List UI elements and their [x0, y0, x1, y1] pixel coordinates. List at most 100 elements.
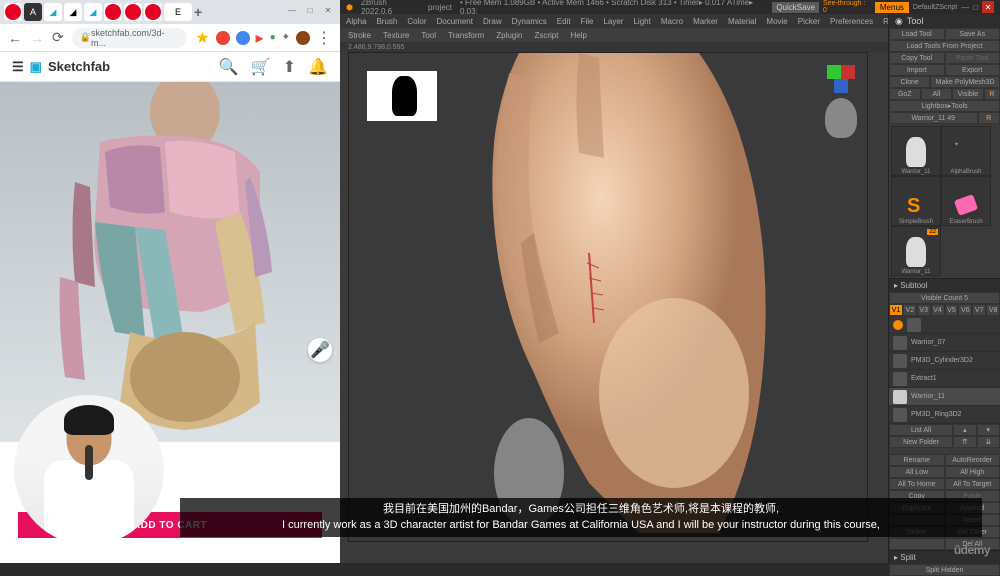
- submenu-help[interactable]: Help: [570, 31, 586, 40]
- menu-color[interactable]: Color: [407, 17, 426, 26]
- menu-picker[interactable]: Picker: [798, 17, 820, 26]
- subtool-item[interactable]: PM3D_Cylinder3D2: [889, 352, 1000, 370]
- subtool-item[interactable]: Extract1: [889, 370, 1000, 388]
- paste-tool-button[interactable]: Paste Tool: [945, 52, 1000, 64]
- menu-icon[interactable]: ⋮: [316, 28, 332, 48]
- list-all-button[interactable]: List All: [889, 424, 953, 436]
- ext-icon[interactable]: ✦: [282, 32, 290, 43]
- tab-item[interactable]: ◢: [84, 3, 102, 21]
- vis-tab[interactable]: V2: [903, 304, 917, 316]
- menu-brush[interactable]: Brush: [376, 17, 397, 26]
- menu-marker[interactable]: Marker: [693, 17, 718, 26]
- hamburger-icon[interactable]: ☰: [12, 59, 24, 75]
- r-button[interactable]: R: [984, 88, 1000, 100]
- all-low-button[interactable]: All Low: [889, 466, 945, 478]
- tab-item[interactable]: A: [24, 3, 42, 21]
- move-up[interactable]: ⇈: [953, 436, 976, 448]
- default-script[interactable]: DefaultZScript: [913, 4, 957, 11]
- menu-light[interactable]: Light: [633, 17, 650, 26]
- minimize-icon[interactable]: —: [961, 3, 969, 12]
- search-icon[interactable]: 🔍: [219, 57, 239, 77]
- split-hidden-button[interactable]: Split Hidden: [889, 564, 1000, 576]
- arrow-up[interactable]: ▴: [953, 424, 976, 436]
- tool-alphabrush[interactable]: ✦AlphaBrush: [941, 126, 991, 176]
- avatar-icon[interactable]: [296, 31, 310, 45]
- tab-item[interactable]: [124, 3, 142, 21]
- tab-item[interactable]: [144, 3, 162, 21]
- upload-icon[interactable]: ⬆: [283, 57, 296, 77]
- tool-warrior-2[interactable]: Warrior_1122: [891, 226, 941, 276]
- forward-button[interactable]: →: [30, 30, 44, 46]
- visible-button[interactable]: Visible: [952, 88, 984, 100]
- menu-preferences[interactable]: Preferences: [830, 17, 873, 26]
- vis-tab[interactable]: V1: [889, 304, 903, 316]
- new-folder-button[interactable]: New Folder: [889, 436, 953, 448]
- r-button-2[interactable]: R: [978, 112, 1000, 124]
- submenu-zscript[interactable]: Zscript: [534, 31, 558, 40]
- all-to-target-button[interactable]: All To Target: [945, 478, 1000, 490]
- minimize-button[interactable]: —: [284, 4, 300, 16]
- menus-button[interactable]: Menus: [875, 2, 909, 13]
- back-button[interactable]: ←: [8, 30, 22, 46]
- view-head[interactable]: [825, 98, 857, 138]
- all-button[interactable]: All: [921, 88, 953, 100]
- bell-icon[interactable]: 🔔: [308, 57, 328, 77]
- vis-tab[interactable]: V7: [972, 304, 986, 316]
- menu-alpha[interactable]: Alpha: [346, 17, 366, 26]
- 3d-viewer[interactable]: 🎤: [0, 82, 340, 442]
- menu-material[interactable]: Material: [728, 17, 756, 26]
- move-down[interactable]: ⇊: [977, 436, 1000, 448]
- subtool-item[interactable]: Warrior_11: [889, 388, 1000, 406]
- submenu-tool[interactable]: Tool: [421, 31, 436, 40]
- url-bar[interactable]: 🔒 sketchfab.com/3d-m...: [72, 28, 187, 48]
- view-gizmo[interactable]: [827, 65, 855, 93]
- vis-tab[interactable]: V8: [986, 304, 1000, 316]
- menu-edit[interactable]: Edit: [557, 17, 571, 26]
- vis-tab[interactable]: V5: [945, 304, 959, 316]
- arrow-down[interactable]: ▾: [977, 424, 1000, 436]
- see-through[interactable]: See-through : 0: [823, 0, 871, 14]
- menu-layer[interactable]: Layer: [603, 17, 623, 26]
- close-button[interactable]: ✕: [320, 4, 336, 16]
- subtool-item[interactable]: PM3D_Ring3D2: [889, 406, 1000, 424]
- load-tool-button[interactable]: Load Tool: [889, 28, 945, 40]
- all-high-button[interactable]: All High: [945, 466, 1000, 478]
- all-to-home-button[interactable]: All To Home: [889, 478, 945, 490]
- save-as-button[interactable]: Save As: [945, 28, 1000, 40]
- tool-panel-header[interactable]: ◉ Tool: [889, 14, 1000, 28]
- menu-document[interactable]: Document: [437, 17, 473, 26]
- vis-tab[interactable]: V4: [931, 304, 945, 316]
- tab-item[interactable]: [104, 3, 122, 21]
- tab-item[interactable]: ◢: [44, 3, 62, 21]
- rename-button[interactable]: Rename: [889, 454, 945, 466]
- load-from-project-button[interactable]: Load Tools From Project: [889, 40, 1000, 52]
- mic-icon[interactable]: 🎤: [308, 338, 332, 362]
- lightbox-button[interactable]: Lightbox▸Tools: [889, 100, 1000, 112]
- vis-tab[interactable]: V3: [917, 304, 931, 316]
- quicksave-button[interactable]: QuickSave: [772, 2, 819, 13]
- submenu-stroke[interactable]: Stroke: [348, 31, 371, 40]
- submenu-texture[interactable]: Texture: [383, 31, 409, 40]
- vis-tab[interactable]: V6: [958, 304, 972, 316]
- submenu-transform[interactable]: Transform: [448, 31, 484, 40]
- menu-dynamics[interactable]: Dynamics: [512, 17, 547, 26]
- maximize-button[interactable]: □: [302, 4, 318, 16]
- new-tab-button[interactable]: +: [194, 4, 202, 20]
- ext-icon[interactable]: [236, 31, 250, 45]
- close-icon[interactable]: ✕: [982, 1, 994, 13]
- export-button[interactable]: Export: [945, 64, 1000, 76]
- tool-simplebrush[interactable]: SSimpleBrush: [891, 176, 941, 226]
- maximize-icon[interactable]: □: [973, 3, 978, 12]
- menu-movie[interactable]: Movie: [766, 17, 787, 26]
- canvas-thumbnail[interactable]: [367, 71, 437, 121]
- submenu-zplugin[interactable]: Zplugin: [496, 31, 522, 40]
- reload-button[interactable]: ⟳: [52, 29, 64, 46]
- goz-button[interactable]: GoZ: [889, 88, 921, 100]
- ext-icon[interactable]: ▸: [256, 28, 264, 48]
- subtool-item[interactable]: [889, 316, 1000, 334]
- make-polymesh-button[interactable]: Make PolyMesh3D: [930, 76, 1000, 88]
- ext-icon[interactable]: ●: [270, 32, 276, 43]
- import-button[interactable]: Import: [889, 64, 945, 76]
- tab-item[interactable]: ◢: [64, 3, 82, 21]
- menu-draw[interactable]: Draw: [483, 17, 502, 26]
